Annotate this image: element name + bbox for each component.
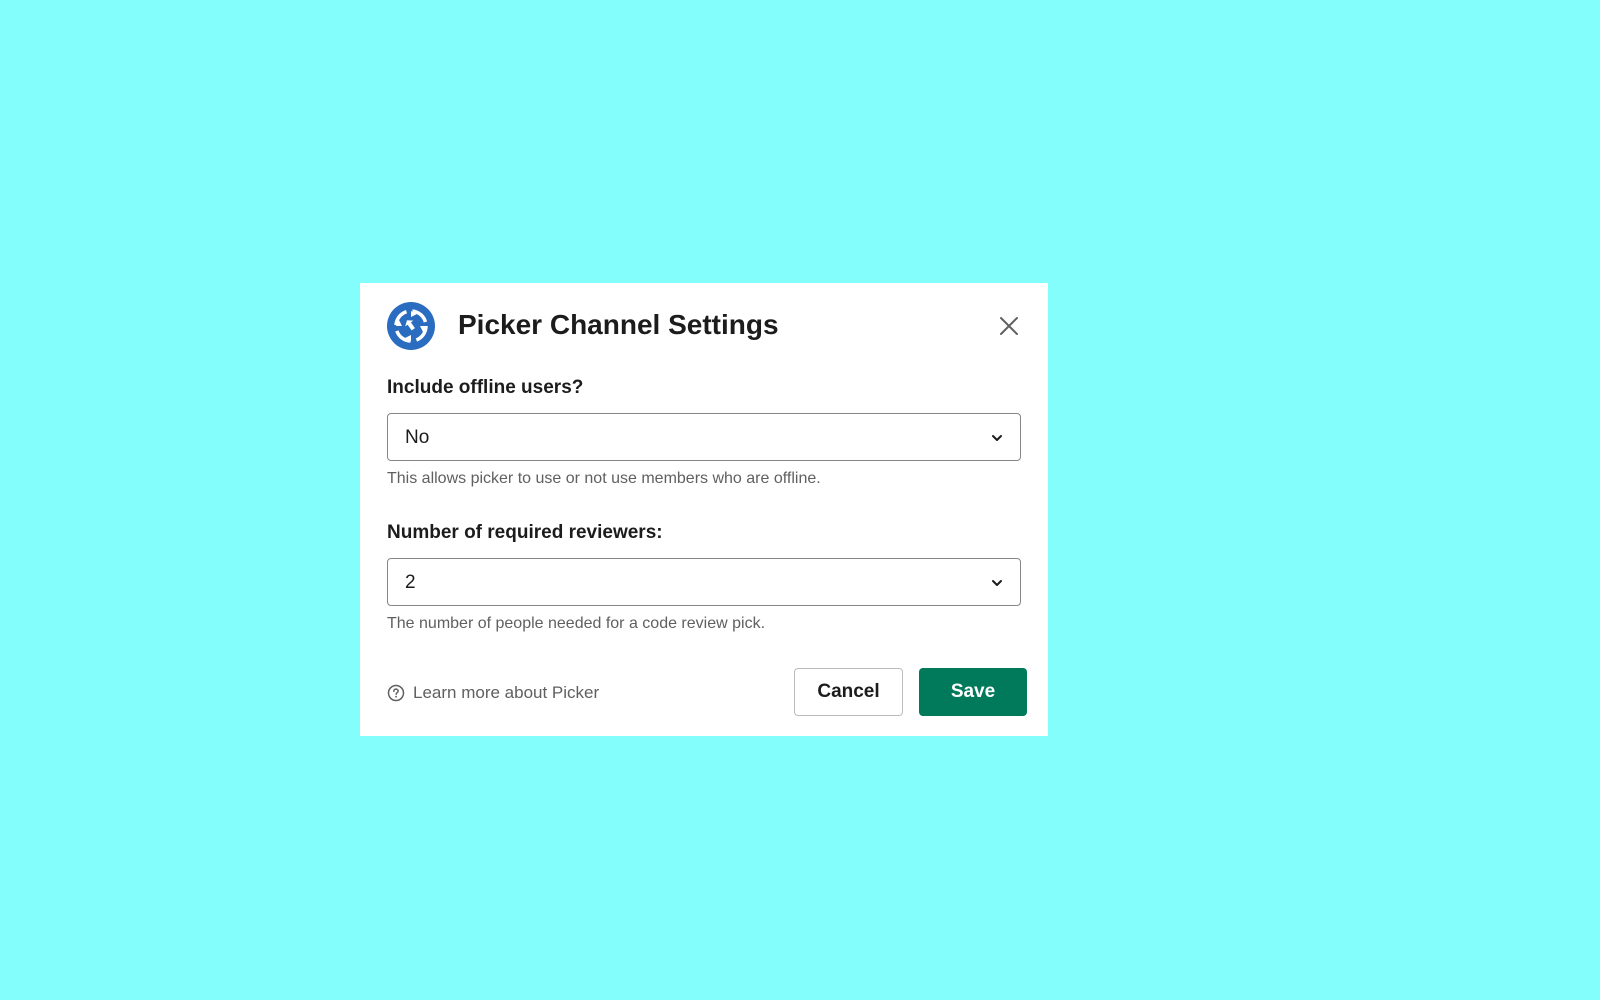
learn-more-label: Learn more about Picker: [413, 683, 600, 702]
picker-settings-modal: Picker Channel Settings Include offline …: [360, 283, 1048, 736]
chevron-down-icon: [990, 431, 1004, 445]
offline-users-select[interactable]: No: [387, 413, 1021, 461]
close-icon[interactable]: [997, 314, 1021, 338]
required-reviewers-hint: The number of people needed for a code r…: [387, 615, 766, 632]
save-button[interactable]: Save: [919, 668, 1027, 716]
offline-users-value: No: [405, 427, 430, 448]
learn-more-link[interactable]: Learn more about Picker: [387, 682, 599, 704]
required-reviewers-value: 2: [405, 572, 416, 593]
modal-title: Picker Channel Settings: [458, 309, 779, 340]
offline-users-label: Include offline users?: [387, 377, 584, 398]
chevron-down-icon: [990, 576, 1004, 590]
modal-header: Picker Channel Settings: [387, 302, 1021, 350]
picker-logo-icon: [387, 302, 435, 350]
required-reviewers-select[interactable]: 2: [387, 558, 1021, 606]
required-reviewers-label: Number of required reviewers:: [387, 522, 663, 543]
offline-users-hint: This allows picker to use or not use mem…: [387, 470, 821, 487]
cancel-button[interactable]: Cancel: [794, 668, 903, 716]
help-circle-icon: [387, 684, 405, 702]
